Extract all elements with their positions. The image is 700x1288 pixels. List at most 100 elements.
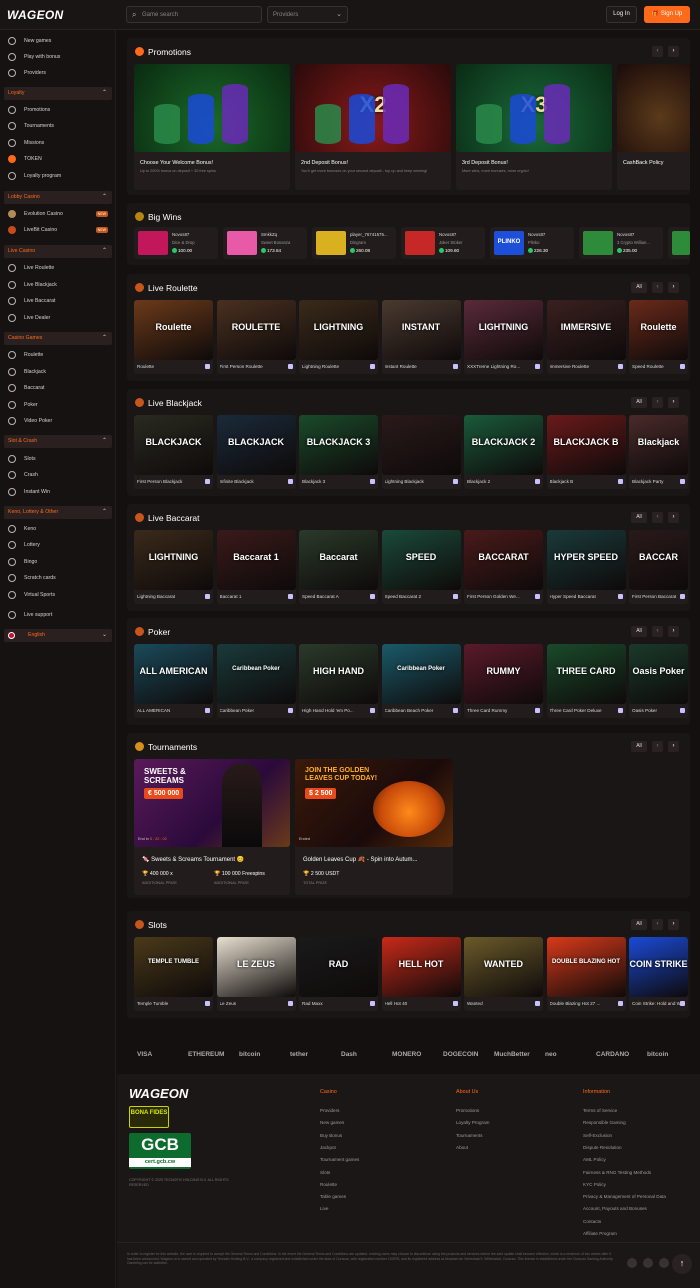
footer-link[interactable]: Privacy & Management of Personal Data bbox=[583, 1194, 666, 1199]
tournament-card[interactable]: SWEETS & SCREAMS € 500 000 End in 5 : 22… bbox=[134, 759, 290, 895]
game-card[interactable]: Oasis Poker Oasis Poker bbox=[629, 644, 688, 718]
bona-fides-logo[interactable]: BONA FIDES bbox=[129, 1106, 169, 1128]
big-win-card[interactable]: player_76741575... Dingram 260.08 bbox=[312, 227, 396, 259]
sidebar-item-token[interactable]: TOKEN bbox=[0, 153, 116, 167]
sidebar-item-tournaments[interactable]: Tournaments bbox=[0, 120, 116, 134]
carousel-next-button[interactable]: › bbox=[668, 397, 679, 408]
big-win-card[interactable] bbox=[668, 227, 690, 259]
certificate-icon[interactable] bbox=[659, 1258, 669, 1268]
game-card[interactable]: BLACKJACK 2 Blackjack 2 bbox=[464, 415, 543, 489]
view-all-button[interactable]: All bbox=[631, 512, 647, 523]
sidebar-item-video-poker[interactable]: Video Poker bbox=[0, 415, 116, 429]
back-to-top-button[interactable]: ↑ bbox=[672, 1254, 692, 1274]
providers-dropdown[interactable]: Providers ⌄ bbox=[267, 6, 348, 23]
footer-link[interactable]: Roulette bbox=[320, 1182, 337, 1187]
sidebar-item-providers[interactable]: Providers bbox=[0, 67, 116, 81]
signup-button[interactable]: 🎁 Sign Up bbox=[644, 6, 690, 23]
footer-link[interactable]: Jackpot bbox=[320, 1145, 336, 1150]
sidebar-item-live-roulette[interactable]: Live Roulette bbox=[0, 262, 116, 276]
view-all-button[interactable]: All bbox=[631, 919, 647, 930]
carousel-prev-button[interactable]: ‹ bbox=[652, 46, 663, 57]
game-card[interactable]: HELL HOT Hell Hot 40 bbox=[381, 937, 461, 1011]
tournament-card[interactable]: JOIN THE GOLDEN LEAVES CUP TODAY! $ 2 50… bbox=[295, 759, 453, 895]
sidebar-item-play-with-bonus[interactable]: Play with bonus bbox=[0, 51, 116, 65]
sidebar-group-live-casino[interactable]: Live Casino ⌃ bbox=[4, 245, 112, 258]
sidebar-item-roulette[interactable]: Roulette bbox=[0, 349, 116, 363]
gcb-certificate-logo[interactable]: GCB cert.gcb.cw bbox=[129, 1133, 191, 1169]
game-card[interactable]: WANTED Wanted bbox=[464, 937, 543, 1011]
promotion-card[interactable]: Choose Your Welcome Bonus! Up to 200% bon… bbox=[134, 64, 290, 190]
sidebar-item-missions[interactable]: Missions bbox=[0, 137, 116, 151]
site-logo[interactable]: WAGEON bbox=[7, 8, 63, 22]
carousel-prev-button[interactable]: ‹ bbox=[652, 626, 663, 637]
game-card[interactable]: INSTANT Instant Roulette bbox=[381, 300, 461, 374]
game-card[interactable]: Roulette Speed Roulette bbox=[629, 300, 688, 374]
game-card[interactable]: HIGH HAND High Hand Hold 'em Po... bbox=[299, 644, 378, 718]
footer-link[interactable]: Self-Exclusion bbox=[583, 1133, 612, 1138]
sidebar-item-promotions[interactable]: Promotions bbox=[0, 104, 116, 118]
big-win-card[interactable]: Novos87 3 Crypto Willian... 235.00 bbox=[579, 227, 663, 259]
login-button[interactable]: Log In bbox=[606, 6, 637, 23]
footer-link[interactable]: AML Policy bbox=[583, 1157, 606, 1162]
footer-link[interactable]: Buy Bonus bbox=[320, 1133, 342, 1138]
sidebar-item-instant-win[interactable]: Instant Win bbox=[0, 486, 116, 500]
sidebar-group-lobby-casino[interactable]: Lobby Casino ⌃ bbox=[4, 191, 112, 204]
sidebar-item-lottery[interactable]: Lottery bbox=[0, 539, 116, 553]
carousel-prev-button[interactable]: ‹ bbox=[652, 512, 663, 523]
footer-link[interactable]: Dispute Resolution bbox=[583, 1145, 622, 1150]
gambling-help-icon[interactable] bbox=[643, 1258, 653, 1268]
sidebar-group-casino-games[interactable]: Casino Games ⌃ bbox=[4, 332, 112, 345]
big-win-card[interactable]: PLINKO Novos87 Plinko 226.30 bbox=[490, 227, 574, 259]
footer-link[interactable]: Promotions bbox=[456, 1108, 479, 1113]
footer-link[interactable]: Terms of Service bbox=[583, 1108, 617, 1113]
game-card[interactable]: LIGHTNING Lightning Roulette bbox=[299, 300, 378, 374]
sidebar-item-evolution-casino[interactable]: Evolution Casino NEW bbox=[0, 208, 116, 222]
footer-link[interactable]: About bbox=[456, 1145, 468, 1150]
game-card[interactable]: COIN STRIKE Coin Strike: Hold and Win bbox=[629, 937, 688, 1011]
footer-link[interactable]: Live bbox=[320, 1206, 328, 1211]
game-card[interactable]: BACCAR First Person Baccarat bbox=[629, 530, 688, 604]
game-card[interactable]: BLACKJACK First Person Blackjack bbox=[134, 415, 213, 489]
carousel-next-button[interactable]: › bbox=[668, 741, 679, 752]
footer-link[interactable]: New games bbox=[320, 1120, 344, 1125]
carousel-prev-button[interactable]: ‹ bbox=[652, 282, 663, 293]
sidebar-item-livebit-casino[interactable]: LiveBit Casino NEW bbox=[0, 224, 116, 238]
sidebar-group-slot-crash[interactable]: Slot & Crash ⌃ bbox=[4, 435, 112, 448]
game-card[interactable]: THREE CARD Three Card Poker Deluxe bbox=[546, 644, 626, 718]
game-card[interactable]: LIGHTNING XXXTreme Lightning Ro... bbox=[464, 300, 543, 374]
sidebar-item-slots[interactable]: Slots bbox=[0, 453, 116, 467]
sidebar-group-keno-lottery[interactable]: Keno, Lottery & Other ⌃ bbox=[4, 506, 112, 519]
sidebar-item-live-support[interactable]: Live support bbox=[0, 609, 116, 623]
footer-link[interactable]: Contacts bbox=[583, 1219, 601, 1224]
carousel-prev-button[interactable]: ‹ bbox=[652, 397, 663, 408]
language-selector[interactable]: English ⌄ bbox=[4, 629, 112, 642]
game-card[interactable]: Lightning Blackjack bbox=[381, 415, 461, 489]
sidebar-item-live-dealer[interactable]: Live Dealer bbox=[0, 312, 116, 326]
footer-link[interactable]: Tournaments bbox=[456, 1133, 483, 1138]
sidebar-item-virtual-sports[interactable]: Virtual Sports bbox=[0, 589, 116, 603]
footer-link[interactable]: Loyalty Program bbox=[456, 1120, 489, 1125]
promotion-card[interactable]: X2 2nd Deposit Bonus! You'll get more bonu… bbox=[295, 64, 451, 190]
footer-link[interactable]: Tournament games bbox=[320, 1157, 359, 1162]
sidebar-item-crash[interactable]: Crash bbox=[0, 469, 116, 483]
footer-link[interactable]: Account, Payouts and Bonuses bbox=[583, 1206, 647, 1211]
game-card[interactable]: Baccarat Speed Baccarat A bbox=[299, 530, 378, 604]
sidebar-item-blackjack[interactable]: Blackjack bbox=[0, 366, 116, 380]
sidebar-item-baccarat[interactable]: Baccarat bbox=[0, 382, 116, 396]
game-card[interactable]: BLACKJACK Infinite Blackjack bbox=[216, 415, 296, 489]
big-win-card[interactable]: SmkkZq Sweet Bonanza 173.64 bbox=[223, 227, 307, 259]
game-card[interactable]: TEMPLE TUMBLE Temple Tumble bbox=[134, 937, 213, 1011]
game-card[interactable]: IMMERSIVE Immersive Roulette bbox=[546, 300, 626, 374]
footer-link[interactable]: Affiliate Program bbox=[583, 1231, 617, 1236]
carousel-next-button[interactable]: › bbox=[668, 46, 679, 57]
promotion-card[interactable]: X3 3rd Deposit Bonus! More wins, more bonu… bbox=[456, 64, 612, 190]
view-all-button[interactable]: All bbox=[631, 282, 647, 293]
footer-link[interactable]: Slots bbox=[320, 1170, 330, 1175]
game-card[interactable]: BACCARAT First Person Golden We... bbox=[464, 530, 543, 604]
footer-link[interactable]: Providers bbox=[320, 1108, 339, 1113]
footer-link[interactable]: Responsible Gaming bbox=[583, 1120, 626, 1125]
game-card[interactable]: ALL AMERICAN ALL AMERICAN bbox=[134, 644, 213, 718]
sidebar-item-live-baccarat[interactable]: Live Baccarat bbox=[0, 295, 116, 309]
carousel-next-button[interactable]: › bbox=[668, 282, 679, 293]
game-card[interactable]: BLACKJACK B Blackjack B bbox=[546, 415, 626, 489]
